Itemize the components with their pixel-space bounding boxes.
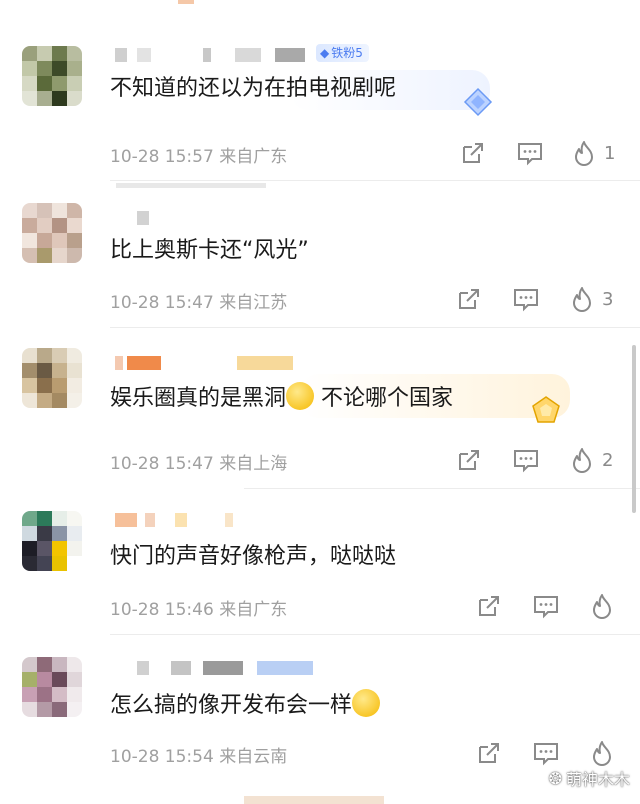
comment-text: 快门的声音好像枪声，哒哒哒 (110, 544, 397, 569)
share-button[interactable] (476, 593, 502, 619)
comment-item: 比上奥斯卡还“风光” 10-28 15:47 来自江苏 3 (0, 181, 640, 327)
comment-icon (518, 143, 542, 166)
comment-meta: 10-28 15:46 来自广东 (110, 595, 287, 620)
username[interactable] (115, 661, 325, 675)
fan-level-badge: ◆ 铁粉5 (316, 44, 369, 62)
comment-icon (514, 289, 538, 312)
avatar[interactable] (22, 203, 82, 263)
share-icon (479, 743, 499, 763)
laugh-cry-emoji-icon (352, 689, 381, 717)
share-icon (459, 289, 479, 309)
like-button[interactable] (590, 739, 614, 767)
comment-time: 10-28 15:54 (110, 747, 214, 767)
comment-item: 快门的声音好像枪声，哒哒哒 10-28 15:46 来自广东 (0, 489, 640, 635)
like-button[interactable] (590, 592, 614, 620)
like-button[interactable]: 3 (570, 285, 613, 313)
comment-meta: 10-28 15:47 来自江苏 (110, 288, 287, 313)
flame-like-icon (573, 287, 591, 312)
share-icon (463, 143, 483, 163)
diamond-icon: ◆ (320, 46, 330, 60)
avatar[interactable] (22, 657, 82, 717)
share-button[interactable] (456, 286, 482, 312)
comment-meta: 10-28 15:54 来自云南 (110, 742, 287, 767)
comment-meta: 10-28 15:57 来自广东 (110, 142, 287, 167)
like-button[interactable]: 2 (570, 446, 613, 474)
flame-like-icon (573, 448, 591, 473)
flame-like-icon (575, 141, 593, 166)
like-count: 1 (604, 142, 616, 164)
comment-time: 10-28 15:57 (110, 147, 214, 167)
avatar[interactable] (22, 511, 82, 571)
username[interactable] (115, 513, 315, 527)
diamond-badge-icon (463, 87, 493, 117)
comment-location: 来自云南 (219, 747, 288, 767)
comment-location: 来自广东 (219, 600, 288, 620)
like-button[interactable]: 1 (572, 139, 615, 167)
username[interactable] (115, 48, 315, 62)
comment-item: 娱乐圈真的是黑洞 不论哪个国家 10-28 15:47 来自上海 2 (0, 328, 640, 488)
comment-text: 娱乐圈真的是黑洞 不论哪个国家 (110, 382, 453, 414)
share-icon (479, 596, 499, 616)
reply-button[interactable] (516, 140, 544, 166)
comment-location: 来自上海 (219, 454, 288, 474)
comment-icon (514, 450, 538, 473)
flame-like-icon (593, 741, 611, 766)
comment-text: 怎么搞的像开发布会一样 (110, 689, 381, 721)
comment-icon (534, 596, 558, 619)
comment-time: 10-28 15:47 (110, 454, 214, 474)
comment-text: 不知道的还以为在拍电视剧呢 (110, 76, 397, 101)
scrollbar[interactable] (632, 345, 636, 513)
watermark: ❂ 萌神木木 (548, 768, 630, 790)
smile-emoji-icon (286, 382, 315, 410)
like-count: 2 (602, 449, 614, 471)
like-count: 3 (602, 288, 614, 310)
comment-time: 10-28 15:46 (110, 600, 214, 620)
pentagon-badge-icon (532, 396, 560, 423)
avatar[interactable] (22, 46, 82, 106)
flame-like-icon (593, 594, 611, 619)
reply-button[interactable] (532, 593, 560, 619)
username[interactable] (115, 211, 175, 225)
reply-button[interactable] (512, 447, 540, 473)
comment-location: 来自江苏 (219, 293, 288, 313)
avatar[interactable] (22, 348, 82, 408)
comment-location: 来自广东 (219, 147, 288, 167)
comment-item: ◆ 铁粉5 不知道的还以为在拍电视剧呢 10-28 15:57 来自广东 1 (0, 0, 640, 181)
comment-item: 怎么搞的像开发布会一样 10-28 15:54 来自云南 (0, 635, 640, 795)
share-icon (459, 450, 479, 470)
share-button[interactable] (460, 140, 486, 166)
paw-icon: ❂ (548, 768, 562, 788)
username[interactable] (115, 356, 315, 370)
share-button[interactable] (456, 447, 482, 473)
bottom-edge (0, 790, 640, 804)
comment-meta: 10-28 15:47 来自上海 (110, 449, 287, 474)
comment-text: 比上奥斯卡还“风光” (110, 238, 309, 263)
comment-icon (534, 743, 558, 766)
reply-button[interactable] (512, 286, 540, 312)
reply-button[interactable] (532, 740, 560, 766)
comment-time: 10-28 15:47 (110, 293, 214, 313)
share-button[interactable] (476, 740, 502, 766)
